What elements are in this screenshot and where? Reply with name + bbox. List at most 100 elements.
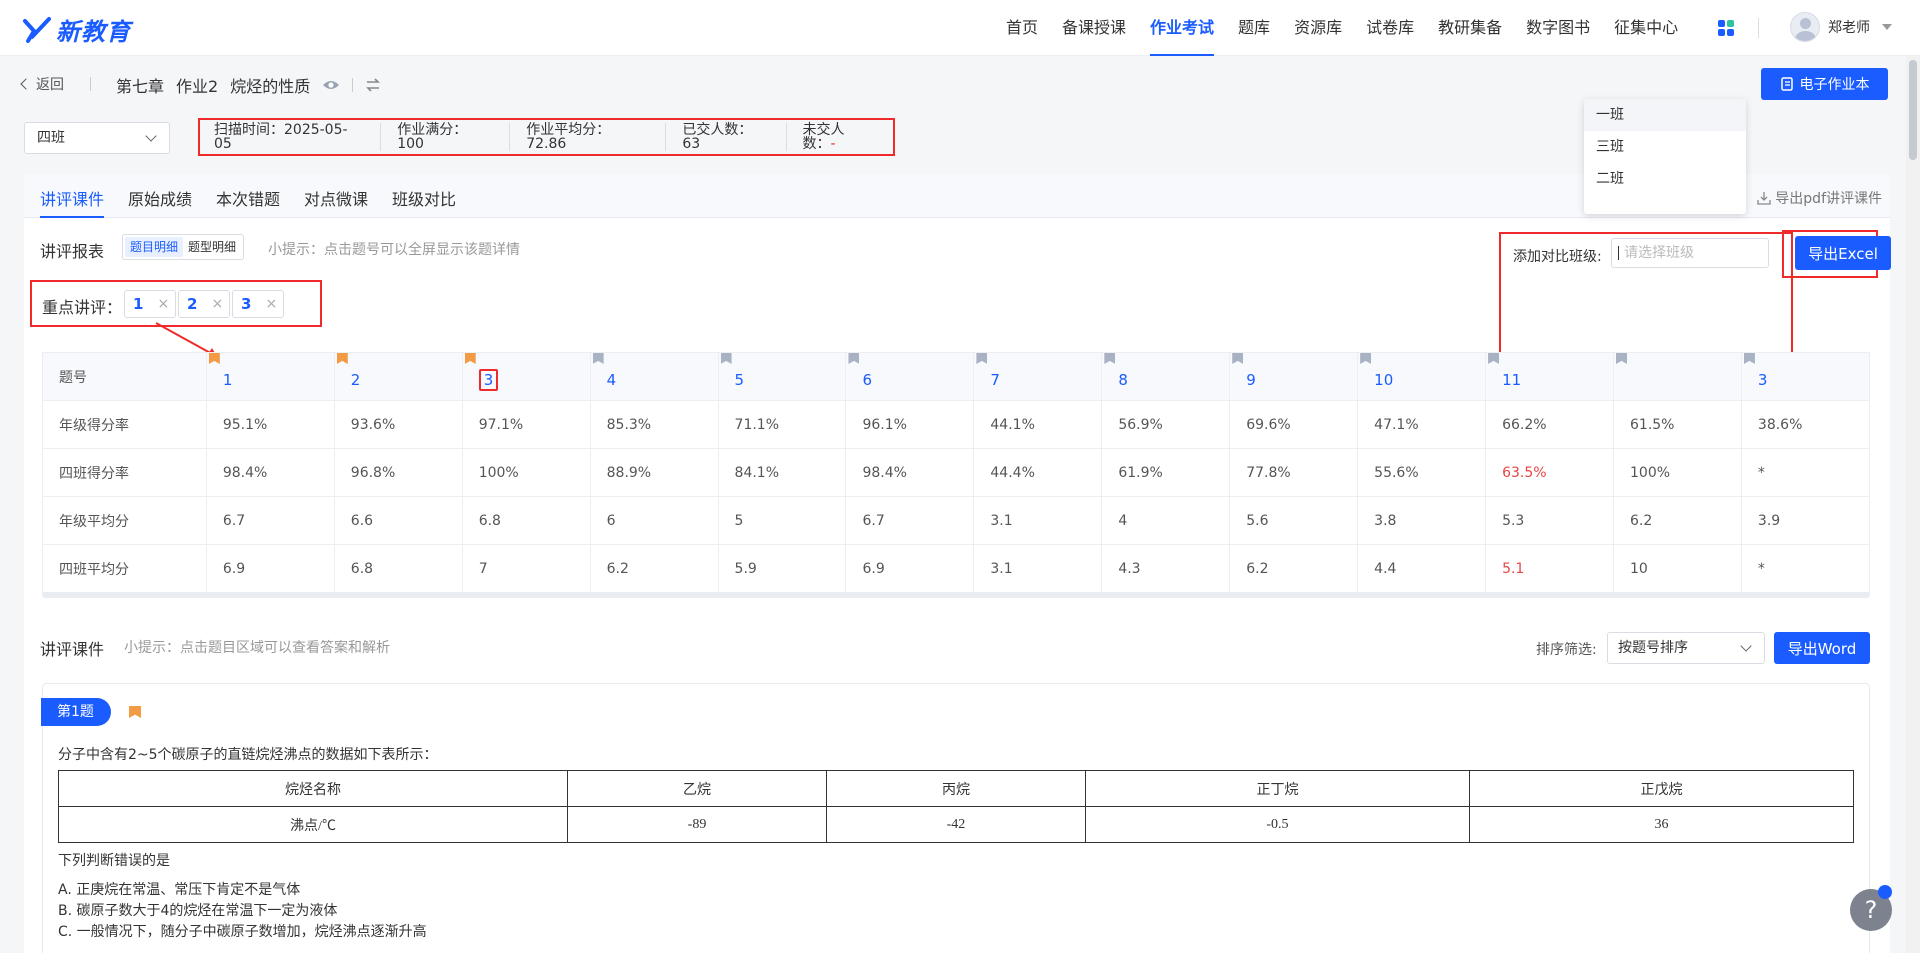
focus-chip-label: 3 [241, 295, 252, 313]
export-excel-button[interactable]: 导出Excel [1795, 236, 1891, 270]
row-label: 四班得分率 [42, 448, 207, 497]
nav-divider [1758, 18, 1759, 38]
dropdown-option-class-1[interactable]: 一班 [1584, 99, 1746, 131]
nav-item-home[interactable]: 首页 [1006, 0, 1038, 56]
avatar [1790, 12, 1820, 42]
question-number-header[interactable]: 8 [1101, 352, 1231, 401]
table-scrollbar[interactable] [42, 592, 1870, 598]
focus-chip[interactable]: 3 × [232, 290, 285, 318]
table-cell: 71.1% [717, 400, 847, 449]
ebook-button[interactable]: 电子作业本 [1761, 68, 1888, 100]
eye-icon[interactable] [322, 79, 340, 91]
export-word-button[interactable]: 导出Word [1774, 632, 1870, 664]
not-submitted-value: - [830, 136, 836, 152]
logo[interactable]: 新教育 [22, 12, 131, 47]
export-pdf-button[interactable]: 导出pdf讲评课件 [1757, 188, 1882, 208]
table-cell: 6.6 [333, 496, 463, 545]
chapter-title: 第七章 [116, 77, 165, 96]
table-cell: 97.1% [461, 400, 591, 449]
table-cell: 6.7 [845, 496, 975, 545]
class-select[interactable]: 四班 [24, 122, 170, 154]
focus-chip[interactable]: 1 × [124, 290, 177, 318]
question-number: 1 [222, 370, 233, 389]
focus-chip-label: 2 [187, 295, 198, 313]
question-number-header[interactable]: 1 [205, 352, 335, 401]
compare-class-input[interactable]: 请选择班级 [1611, 238, 1769, 268]
download-icon [1757, 192, 1771, 205]
table-cell: 5 [717, 496, 847, 545]
focus-flag-icon[interactable] [208, 353, 220, 364]
nav-item-homework-exam[interactable]: 作业考试 [1150, 0, 1215, 56]
sort-label: 排序筛选: [1536, 642, 1597, 658]
dropdown-option-class-3[interactable]: 三班 [1584, 131, 1746, 163]
nav-item-digital-books[interactable]: 数字图书 [1526, 0, 1590, 56]
focus-flag-icon[interactable] [592, 353, 604, 364]
focus-flag-icon[interactable] [720, 353, 732, 364]
chevron-down-icon [145, 130, 157, 142]
tab-review-courseware[interactable]: 讲评课件 [40, 186, 105, 218]
main-nav: 首页 备课授课 作业考试 题库 资源库 试卷库 教研集备 数字图书 征集中心 [1006, 0, 1702, 56]
focus-flag-icon[interactable] [976, 353, 988, 364]
nav-item-paper-library[interactable]: 试卷库 [1366, 0, 1414, 56]
tab-class-compare[interactable]: 班级对比 [392, 186, 456, 210]
question-number-header[interactable]: 7 [973, 352, 1103, 401]
close-icon[interactable]: × [157, 296, 169, 312]
page-scrollbar[interactable] [1906, 56, 1920, 953]
table-cell: 烷烃名称 [57, 770, 569, 807]
apps-grid-icon[interactable] [1718, 20, 1734, 36]
focus-review-section: 重点讲评： 1 × 2 × 3 × [30, 280, 322, 327]
submitted-value: 63 [682, 136, 701, 152]
focus-flag-icon[interactable] [848, 353, 860, 364]
focus-flag-icon[interactable] [1360, 353, 1372, 364]
not-submitted-count: 未交人数：- [787, 123, 893, 151]
focus-flag-icon[interactable] [1488, 353, 1500, 364]
question-number-header[interactable]: 3 [461, 352, 591, 401]
detail-toggle: 题目明细 题型明细 [122, 234, 245, 260]
focus-flag-icon[interactable] [129, 706, 141, 718]
nav-item-teaching-research[interactable]: 教研集备 [1438, 0, 1502, 56]
table-cell: 乙烷 [567, 770, 827, 807]
focus-chip[interactable]: 2 × [178, 290, 231, 318]
question-card[interactable]: 第1题 分子中含有2~5个碳原子的直链烷烃沸点的数据如下表所示： 烷烃名称 乙烷… [41, 683, 1870, 953]
question-number-header[interactable]: 11 [1485, 352, 1614, 401]
question-number-header[interactable]: 10 [1357, 352, 1487, 401]
table-cell: 44.1% [973, 400, 1103, 449]
focus-flag-icon[interactable] [1616, 353, 1627, 364]
question-number-header[interactable] [1613, 352, 1742, 401]
table-cell: 44.4% [973, 448, 1103, 497]
nav-item-lesson-prep[interactable]: 备课授课 [1062, 0, 1126, 56]
toggle-type-detail[interactable]: 题型明细 [183, 237, 241, 257]
tab-raw-scores[interactable]: 原始成绩 [128, 186, 192, 210]
nav-item-collection-center[interactable]: 征集中心 [1614, 0, 1678, 56]
table-cell: 100% [461, 448, 591, 497]
user-menu[interactable]: 郑老师 [1790, 12, 1892, 42]
question-prompt: 下列判断错误的是 [58, 853, 170, 869]
dropdown-option-class-2[interactable]: 二班 [1584, 163, 1746, 195]
sort-select[interactable]: 按题号排序 [1607, 632, 1765, 664]
question-number-header[interactable]: 9 [1229, 352, 1359, 401]
nav-item-question-bank[interactable]: 题库 [1238, 0, 1270, 56]
back-button[interactable]: 返回 [20, 74, 64, 94]
tab-wrong-questions[interactable]: 本次错题 [216, 186, 280, 210]
table-cell: -0.5 [1084, 806, 1470, 843]
scrollbar-thumb[interactable] [1909, 60, 1917, 160]
question-number-header[interactable]: 4 [589, 352, 719, 401]
table-row: 年级得分率 95.1% 93.6% 97.1% 85.3% 71.1% 96.1% 44.1%… [42, 400, 1871, 449]
focus-flag-icon[interactable] [336, 353, 348, 364]
focus-flag-icon[interactable] [1104, 353, 1116, 364]
question-number-header[interactable]: 6 [845, 352, 975, 401]
focus-flag-icon[interactable] [464, 353, 476, 364]
collapse-badge-icon[interactable] [1878, 885, 1892, 899]
question-number-header[interactable]: 2 [333, 352, 463, 401]
table-cell: 5.9 [717, 544, 847, 593]
question-number-header[interactable]: 5 [717, 352, 847, 401]
swap-icon[interactable] [365, 77, 381, 93]
focus-flag-icon[interactable] [1232, 353, 1244, 364]
toggle-question-detail[interactable]: 题目明细 [125, 237, 184, 257]
nav-item-resource-library[interactable]: 资源库 [1294, 0, 1342, 56]
close-icon[interactable]: × [211, 296, 223, 312]
question-number-header[interactable]: 3 [1740, 352, 1871, 401]
tab-micro-lessons[interactable]: 对点微课 [304, 186, 368, 210]
close-icon[interactable]: × [265, 296, 277, 312]
focus-flag-icon[interactable] [1743, 353, 1755, 364]
